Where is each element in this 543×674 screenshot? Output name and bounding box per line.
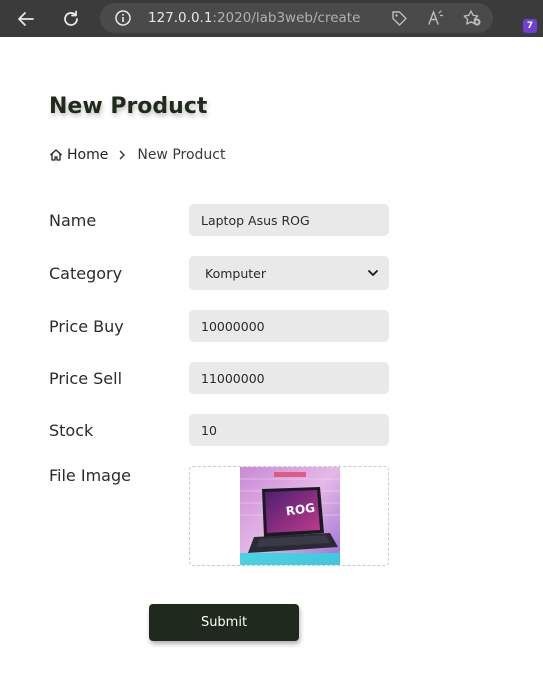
- url-path: :2020/lab3web/create: [212, 10, 361, 26]
- category-label: Category: [49, 264, 123, 283]
- site-info-icon[interactable]: [114, 9, 132, 27]
- submit-button[interactable]: Submit: [149, 604, 299, 641]
- price-sell-label: Price Sell: [49, 369, 123, 388]
- breadcrumb-home-link[interactable]: Home: [49, 147, 108, 163]
- refresh-button[interactable]: [58, 6, 84, 32]
- price-buy-input[interactable]: 10000000: [189, 310, 389, 342]
- browser-toolbar: 127.0.0.1:2020/lab3web/create 7: [0, 0, 543, 37]
- product-image-preview: ROG: [240, 467, 340, 565]
- breadcrumb-home-label: Home: [67, 147, 109, 163]
- refresh-icon: [64, 10, 78, 26]
- name-input[interactable]: Laptop Asus ROG: [189, 204, 389, 236]
- read-aloud-icon[interactable]: [426, 9, 444, 27]
- category-select[interactable]: Komputer: [189, 256, 389, 290]
- arrow-left-icon: [18, 12, 34, 26]
- file-image-dropzone[interactable]: ROG: [189, 466, 389, 566]
- category-selected-value: Komputer: [205, 265, 266, 281]
- extension-badge[interactable]: 7: [523, 19, 537, 33]
- back-button[interactable]: [13, 6, 39, 32]
- file-image-label: File Image: [49, 466, 131, 485]
- stock-input[interactable]: 10: [189, 414, 389, 446]
- tag-icon[interactable]: [390, 9, 408, 27]
- chevron-down-icon: [368, 270, 378, 276]
- url-host: 127.0.0.1: [148, 10, 213, 26]
- breadcrumb: Home New Product: [49, 147, 226, 163]
- price-sell-input[interactable]: 11000000: [189, 362, 389, 394]
- page-title: New Product: [49, 94, 208, 119]
- home-icon: [50, 149, 62, 161]
- stock-label: Stock: [49, 421, 94, 440]
- chevron-right-icon: [117, 149, 127, 161]
- url-text[interactable]: 127.0.0.1:2020/lab3web/create: [148, 10, 360, 26]
- name-label: Name: [49, 211, 97, 230]
- breadcrumb-current: New Product: [137, 147, 226, 163]
- address-bar[interactable]: 127.0.0.1:2020/lab3web/create: [100, 3, 493, 33]
- favorite-star-icon[interactable]: [462, 9, 482, 27]
- price-buy-label: Price Buy: [49, 317, 124, 336]
